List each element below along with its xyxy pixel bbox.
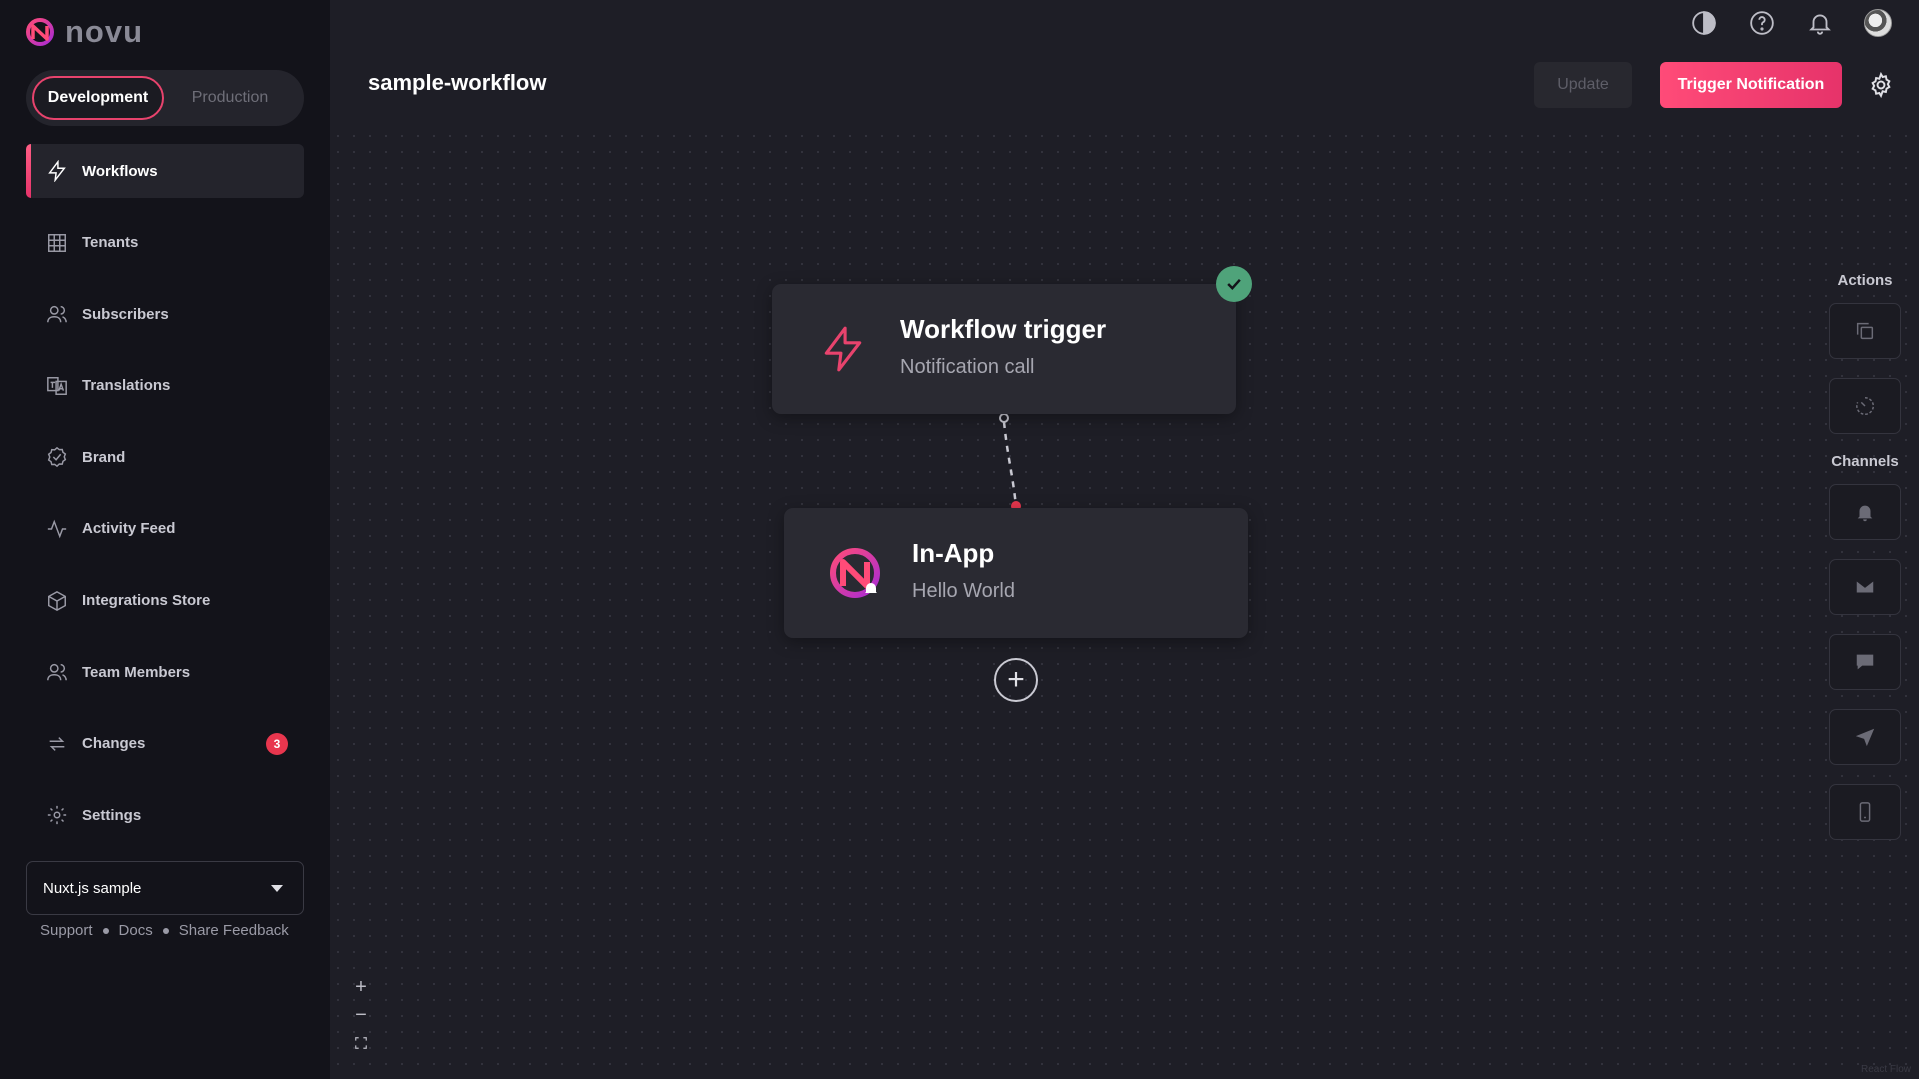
brand-logo[interactable]: novu <box>25 14 143 50</box>
separator-dot <box>162 927 169 934</box>
changes-count-badge: 3 <box>266 732 288 755</box>
send-icon <box>1855 728 1875 747</box>
sync-icon <box>49 736 65 751</box>
bell-icon <box>1809 14 1831 35</box>
step-panel: Actions Channels <box>1821 272 1909 859</box>
bolt-icon <box>824 326 862 372</box>
gear-icon <box>1871 71 1891 99</box>
in-app-icon <box>830 548 880 598</box>
zoom-controls: + − <box>350 976 372 1054</box>
sidebar-item-label: Settings <box>82 806 142 824</box>
user-menu-button[interactable] <box>1863 8 1893 38</box>
footer-links: Support Docs Share Feedback <box>40 922 289 939</box>
novu-logo-icon <box>26 18 54 46</box>
badge-check-icon <box>47 447 67 468</box>
workflow-canvas[interactable]: sample-workflow Update Trigger Notificat… <box>330 0 1919 1079</box>
top-icons <box>1689 8 1893 38</box>
copy-icon <box>1856 322 1874 340</box>
email-channel-button[interactable] <box>1829 559 1901 615</box>
environment-toggle: Development Production <box>26 70 304 126</box>
sidebar-nav: Workflows Tenants Subscribers Translatio… <box>26 144 304 860</box>
sidebar-item-settings[interactable]: Settings <box>26 788 304 842</box>
contrast-icon <box>1692 11 1716 35</box>
delay-action-button[interactable] <box>1829 378 1901 434</box>
sidebar-item-team-members[interactable]: Team Members <box>26 645 304 699</box>
sidebar-item-label: Workflows <box>82 162 158 180</box>
env-development-button[interactable]: Development <box>32 76 164 120</box>
chat-icon <box>1856 654 1874 670</box>
node-title: In-App <box>912 538 995 568</box>
sidebar-item-activity-feed[interactable]: Activity Feed <box>26 502 304 556</box>
check-icon <box>1216 266 1252 302</box>
team-icon <box>47 664 67 681</box>
bell-icon <box>1857 505 1873 522</box>
sidebar-item-subscribers[interactable]: Subscribers <box>26 287 304 341</box>
support-link[interactable]: Support <box>40 922 93 939</box>
digest-action-button[interactable] <box>1829 303 1901 359</box>
sidebar-item-label: Changes <box>82 735 146 753</box>
docs-link[interactable]: Docs <box>119 922 153 939</box>
sidebar-item-label: Brand <box>82 448 126 466</box>
translate-icon <box>47 376 67 395</box>
gear-icon <box>47 806 67 825</box>
sidebar-item-label: Activity Feed <box>82 520 176 538</box>
sidebar-item-changes[interactable]: Changes 3 <box>26 717 304 771</box>
mail-icon <box>1856 581 1874 593</box>
node-title: Workflow trigger <box>900 314 1107 344</box>
box-icon <box>48 590 66 611</box>
sidebar-item-label: Tenants <box>82 234 139 252</box>
bolt-icon <box>48 160 66 182</box>
react-flow-attribution[interactable]: React Flow <box>1861 1064 1911 1075</box>
add-step-button[interactable]: + <box>994 658 1038 702</box>
sidebar-item-tenants[interactable]: Tenants <box>26 216 304 270</box>
page-title: sample-workflow <box>368 70 547 95</box>
avatar <box>1864 9 1892 37</box>
sidebar-item-brand[interactable]: Brand <box>26 430 304 484</box>
chat-channel-button[interactable] <box>1829 634 1901 690</box>
node-subtitle: Hello World <box>912 580 1015 602</box>
workflow-trigger-node[interactable]: Workflow trigger Notification call <box>772 284 1236 414</box>
app-root: novu Development Production Workflows Te… <box>0 0 1919 1079</box>
sidebar-item-label: Translations <box>82 377 171 395</box>
help-icon <box>1750 11 1774 35</box>
workflow-settings-button[interactable] <box>1868 71 1894 99</box>
timer-icon <box>1856 397 1874 415</box>
organization-select[interactable]: Nuxt.js sample <box>26 861 304 915</box>
sidebar: novu Development Production Workflows Te… <box>0 0 330 1079</box>
sidebar-item-translations[interactable]: Translations <box>26 359 304 413</box>
trigger-notification-button[interactable]: Trigger Notification <box>1660 62 1842 108</box>
fit-view-button[interactable] <box>350 1032 372 1054</box>
activity-icon <box>47 519 67 539</box>
chevron-down-icon <box>271 884 283 892</box>
brand-name: novu <box>65 14 144 49</box>
organization-name: Nuxt.js sample <box>43 879 142 897</box>
fit-view-icon <box>355 1037 367 1049</box>
users-icon <box>47 306 67 323</box>
sidebar-item-label: Team Members <box>82 663 191 681</box>
building-icon <box>48 233 66 252</box>
node-subtitle: Notification call <box>900 356 1035 378</box>
actions-heading: Actions <box>1837 272 1893 289</box>
separator-dot <box>102 927 109 934</box>
notifications-button[interactable] <box>1805 8 1835 38</box>
env-production-button[interactable]: Production <box>164 76 296 120</box>
push-channel-button[interactable] <box>1829 784 1901 840</box>
share-feedback-link[interactable]: Share Feedback <box>179 922 289 939</box>
zoom-out-button[interactable]: − <box>350 1004 372 1026</box>
sidebar-item-workflows[interactable]: Workflows <box>26 144 304 198</box>
in-app-node[interactable]: In-App Hello World <box>784 508 1248 638</box>
zoom-in-button[interactable]: + <box>350 976 372 998</box>
sms-channel-button[interactable] <box>1829 709 1901 765</box>
mobile-icon <box>1859 802 1871 822</box>
channels-heading: Channels <box>1831 453 1899 470</box>
sidebar-item-label: Subscribers <box>82 305 169 323</box>
sidebar-item-integrations-store[interactable]: Integrations Store <box>26 574 304 628</box>
help-button[interactable] <box>1747 8 1777 38</box>
update-button[interactable]: Update <box>1534 62 1632 108</box>
theme-toggle-button[interactable] <box>1689 8 1719 38</box>
in-app-channel-button[interactable] <box>1829 484 1901 540</box>
sidebar-item-label: Integrations Store <box>82 592 211 610</box>
